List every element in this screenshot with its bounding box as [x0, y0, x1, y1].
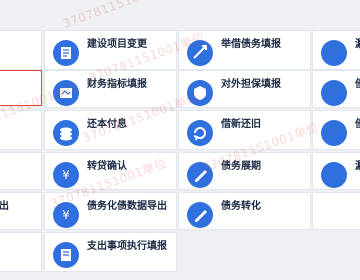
card-left-4[interactable] — [0, 152, 42, 190]
debt-transform-icon — [187, 202, 213, 228]
svg-text:¥: ¥ — [62, 208, 70, 222]
card-debt-export[interactable]: ¥ 债务化债数据导出 — [44, 192, 177, 230]
card-label: 对外担保填报 — [221, 79, 281, 90]
card-right-4[interactable]: 漏 — [312, 152, 360, 190]
menu-grid: 建设项目变更 举借债务填报 漏 财务指标填报 对外担保填报 债 还本付息 — [0, 0, 360, 280]
partial-icon — [321, 162, 347, 188]
card-right-3[interactable]: 债 — [312, 110, 360, 150]
card-left-5[interactable]: 出 — [0, 192, 42, 230]
card-right-2[interactable]: 债 — [312, 70, 360, 108]
card-label: 漏 — [355, 39, 360, 51]
card-label: 还本付息 — [87, 119, 127, 130]
svg-text:¥: ¥ — [62, 168, 70, 182]
partial-icon — [321, 40, 347, 66]
transfer-loan-icon: ¥ — [53, 162, 79, 188]
card-left-3[interactable] — [0, 110, 42, 150]
card-label: 出 — [0, 201, 9, 212]
borrow-new-repay-old-icon — [187, 120, 213, 146]
card-finance-index[interactable]: 财务指标填报 — [44, 70, 177, 108]
partial-icon — [321, 80, 347, 106]
card-left-6[interactable] — [0, 232, 42, 272]
card-label: 财务指标填报 — [87, 79, 147, 90]
card-right-1[interactable]: 漏 — [312, 30, 360, 70]
card-borrow-new-repay-old[interactable]: 借新还旧 — [178, 110, 311, 150]
debt-extension-icon — [187, 162, 213, 188]
card-debt-transform[interactable]: 债务转化 — [178, 192, 311, 230]
card-label: 借新还旧 — [221, 119, 261, 130]
card-left-selected[interactable] — [0, 70, 42, 106]
card-borrow-debt[interactable]: 举借债务填报 — [178, 30, 311, 70]
debt-export-icon: ¥ — [53, 202, 79, 228]
card-label: 漏 — [355, 161, 360, 173]
card-label: 债务转化 — [221, 201, 261, 212]
project-change-icon — [53, 40, 79, 66]
card-repay-interest[interactable]: 还本付息 — [44, 110, 177, 150]
guarantee-icon — [187, 80, 213, 106]
partial-icon — [321, 120, 347, 146]
repay-interest-icon — [53, 120, 79, 146]
expense-report-icon — [53, 242, 79, 268]
card-label: 举借债务填报 — [221, 39, 281, 50]
card-project-change[interactable]: 建设项目变更 — [44, 30, 177, 70]
card-right-5[interactable] — [312, 192, 360, 230]
card-transfer-loan[interactable]: ¥ 转贷确认 — [44, 152, 177, 190]
card-label: 转贷确认 — [87, 161, 127, 172]
finance-index-icon — [53, 80, 79, 106]
card-guarantee[interactable]: 对外担保填报 — [178, 70, 311, 108]
card-left-1[interactable] — [0, 30, 42, 70]
card-label: 债务展期 — [221, 161, 261, 172]
borrow-debt-icon — [187, 40, 213, 66]
card-label: 债 — [355, 79, 360, 91]
card-debt-extension[interactable]: 债务展期 — [178, 152, 311, 190]
card-label: 债 — [355, 119, 360, 131]
card-label: 债务化债数据导出 — [87, 201, 167, 212]
card-label: 支出事项执行填报 — [87, 241, 167, 252]
card-label: 建设项目变更 — [87, 39, 147, 50]
card-expense-report[interactable]: 支出事项执行填报 — [44, 232, 177, 272]
